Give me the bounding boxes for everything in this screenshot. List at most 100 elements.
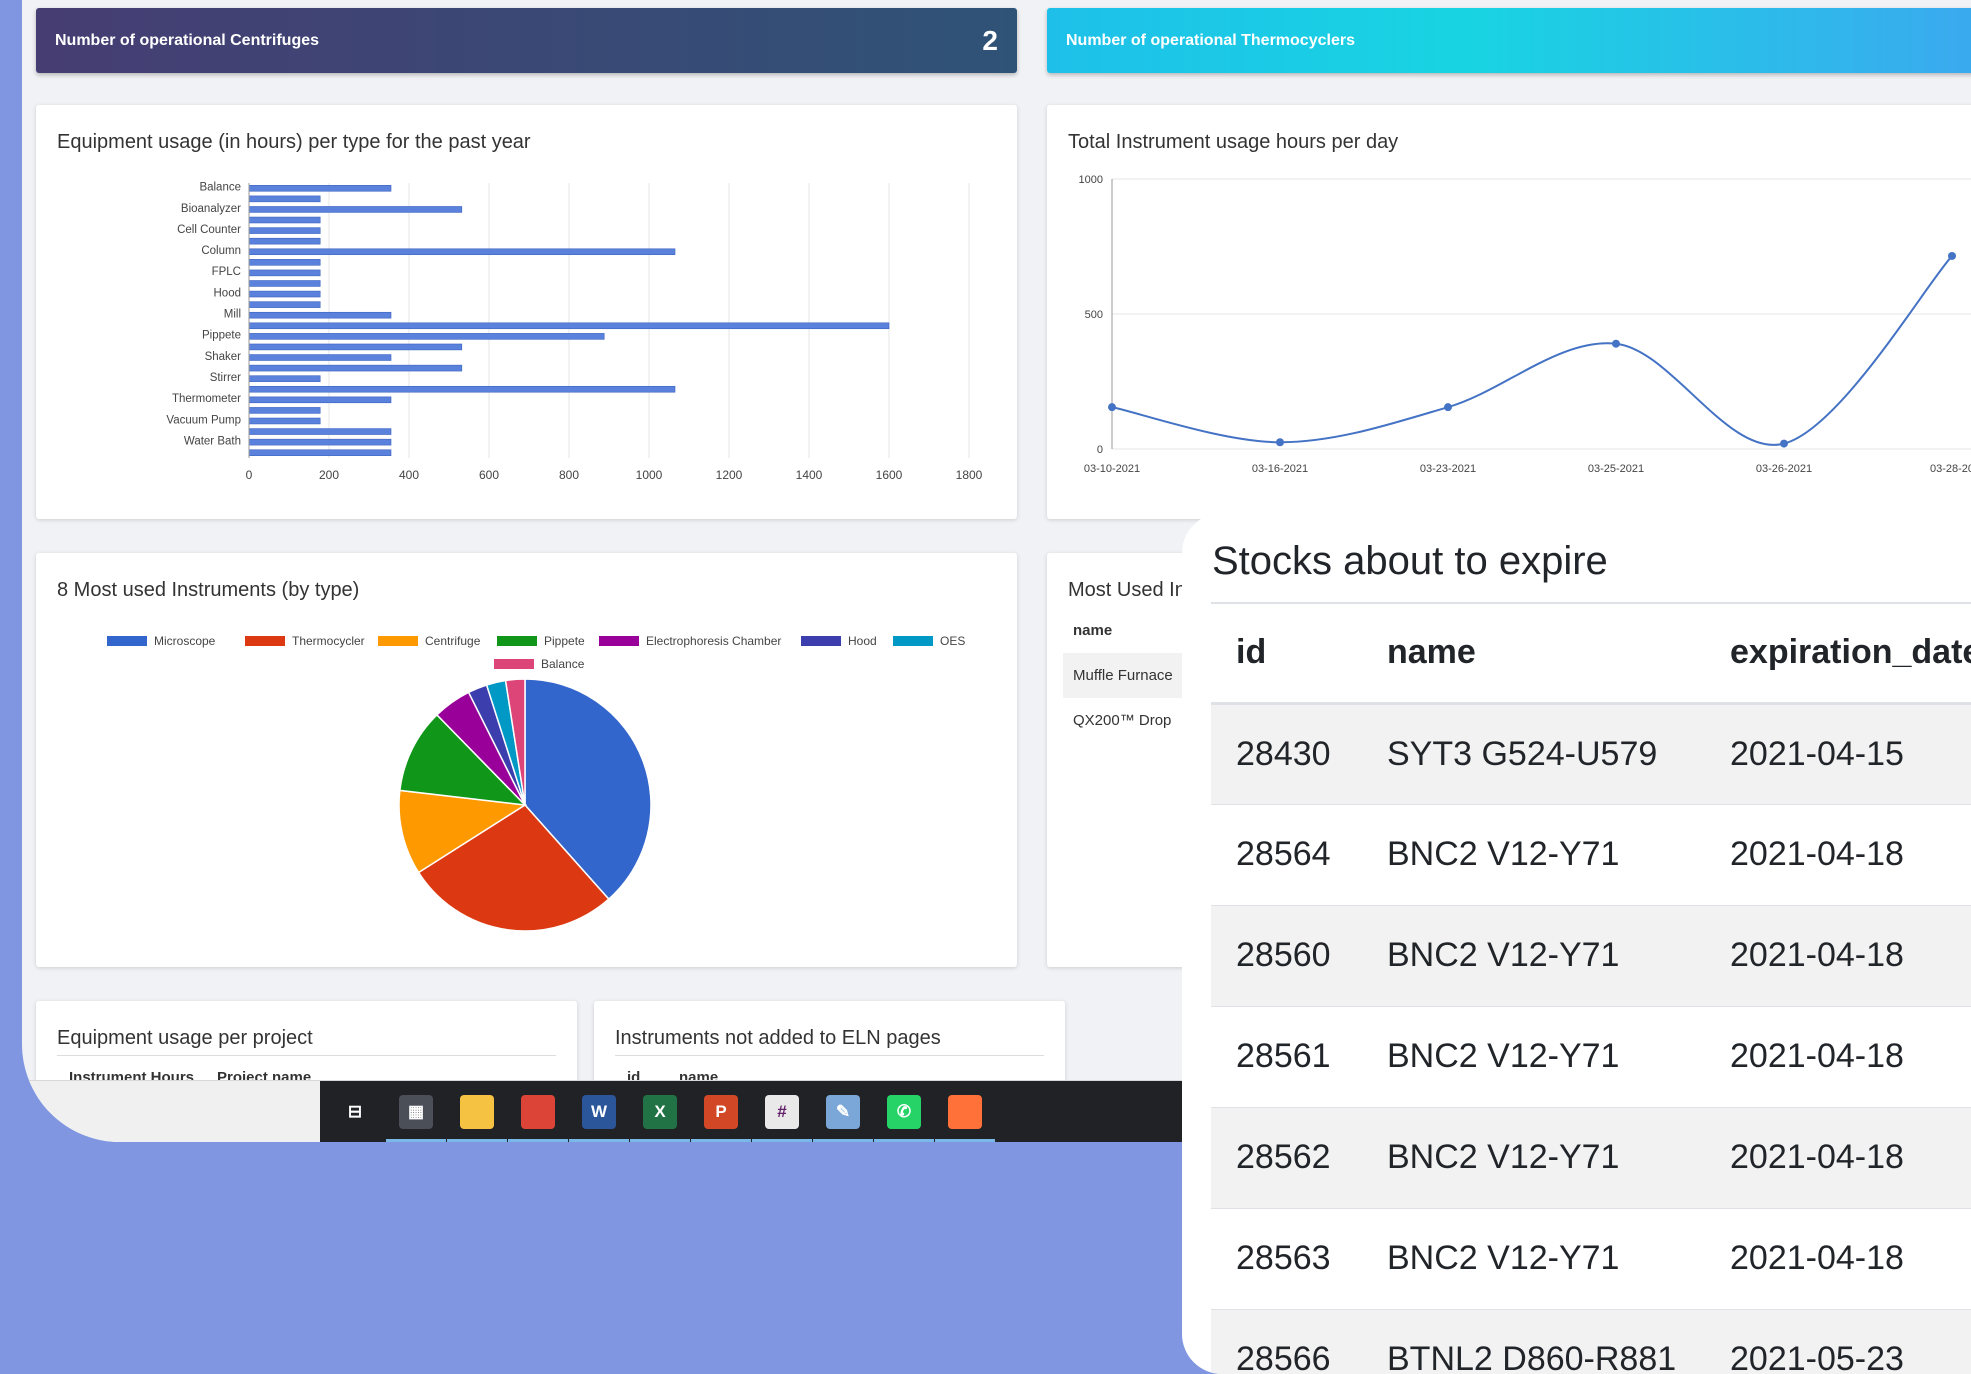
stock-expiration-cell: 2021-04-18 xyxy=(1705,1207,1971,1309)
stock-id-cell: 28430 xyxy=(1211,702,1362,804)
column-header-id: id xyxy=(1211,602,1362,705)
bar xyxy=(248,333,605,340)
bar xyxy=(248,385,676,393)
bar xyxy=(248,396,392,404)
taskbar-active-indicator xyxy=(813,1139,873,1142)
x-tick-label: 200 xyxy=(319,468,339,482)
data-point xyxy=(1108,403,1116,412)
stock-id-cell: 28562 xyxy=(1211,1106,1362,1208)
bar xyxy=(248,311,392,319)
legend-label: Centrifuge xyxy=(425,634,481,648)
stock-name-cell: SYT3 G524-U579 xyxy=(1362,702,1705,804)
data-point xyxy=(1780,439,1788,448)
x-tick-label: 03-16-2021 xyxy=(1252,463,1308,475)
bar xyxy=(248,290,321,298)
stock-expiration-cell: 2021-04-18 xyxy=(1705,803,1971,905)
table-header-row: id name expiration_date xyxy=(1211,602,1971,705)
word-icon[interactable]: W xyxy=(582,1095,616,1129)
usage-per-day-line-chart: 0 500 1000 03-10-2021 03-16-2021 03-23-2021 03… xyxy=(1079,174,1971,475)
stock-expiration-cell: 2021-04-18 xyxy=(1705,904,1971,1006)
stock-expiration-cell: 2021-04-18 xyxy=(1705,1106,1971,1208)
stock-expiration-cell: 2021-04-15 xyxy=(1705,702,1971,804)
legend-label: Thermocycler xyxy=(292,634,365,648)
y-tick-label: Cell Counter xyxy=(177,224,241,236)
data-point xyxy=(1276,438,1284,447)
divider xyxy=(615,1055,1044,1056)
table-row: 28566 BTNL2 D860-R881 2021-05-23 xyxy=(1211,1308,1971,1374)
stocks-expiring-panel: Stocks about to expire id name expiratio… xyxy=(1182,513,1971,1374)
calculator-icon[interactable]: ▦ xyxy=(399,1095,433,1129)
x-tick-label: 03-23-2021 xyxy=(1420,463,1476,475)
legend-swatch xyxy=(599,636,639,646)
table-row: 28562 BNC2 V12-Y71 2021-04-18 xyxy=(1211,1106,1971,1208)
legend-swatch xyxy=(801,636,841,646)
table-row: 28560 BNC2 V12-Y71 2021-04-18 xyxy=(1211,904,1971,1006)
stocks-table: id name expiration_date 28430 SYT3 G524-U… xyxy=(1211,602,1971,1374)
series-line xyxy=(1111,255,1953,446)
paint-icon[interactable]: ✎ xyxy=(826,1095,860,1129)
task-view-icon[interactable]: ⊟ xyxy=(338,1095,372,1129)
y-tick-label: Shaker xyxy=(205,351,242,363)
whatsapp-icon[interactable]: ✆ xyxy=(887,1095,921,1129)
centrifuges-count: 2 xyxy=(982,24,998,56)
slack-icon[interactable]: # xyxy=(765,1095,799,1129)
thermocyclers-label: Number of operational Thermocyclers xyxy=(1066,31,1355,49)
column-header-expiration-date: expiration_date xyxy=(1705,602,1971,705)
bar xyxy=(248,195,321,203)
legend-label: Microscope xyxy=(154,634,216,648)
taskbar-search-input[interactable]: h xyxy=(36,1105,47,1128)
stocks-title: Stocks about to expire xyxy=(1212,539,1608,583)
y-tick-label: Pippete xyxy=(202,330,241,342)
legend-label: Electrophoresis Chamber xyxy=(646,634,781,648)
stock-name-cell: BNC2 V12-Y71 xyxy=(1362,1106,1705,1208)
bar xyxy=(248,248,676,256)
stock-id-cell: 28566 xyxy=(1211,1308,1362,1374)
bar xyxy=(248,364,463,372)
stock-id-cell: 28560 xyxy=(1211,904,1362,1006)
divider xyxy=(57,1055,556,1056)
taskbar-active-indicator xyxy=(874,1139,934,1142)
firefox-icon[interactable] xyxy=(948,1095,982,1129)
data-point xyxy=(1948,251,1956,260)
powerpoint-icon[interactable]: P xyxy=(704,1095,738,1129)
taskbar-active-indicator xyxy=(691,1139,751,1142)
usage-per-day-card: Total Instrument usage hours per day 0 50… xyxy=(1047,105,1971,519)
bar xyxy=(248,185,392,192)
x-tick-label: 800 xyxy=(559,468,579,482)
bar xyxy=(248,259,321,266)
data-point xyxy=(1444,403,1452,412)
stock-id-cell: 28561 xyxy=(1211,1005,1362,1107)
centrifuges-label: Number of operational Centrifuges xyxy=(55,31,320,49)
excel-icon[interactable]: X xyxy=(643,1095,677,1129)
taskbar-active-indicator xyxy=(630,1139,690,1142)
data-point xyxy=(1612,339,1620,348)
x-tick-label: 1600 xyxy=(876,468,903,482)
file-explorer-icon[interactable] xyxy=(460,1095,494,1129)
legend-swatch xyxy=(378,636,418,646)
legend-label: Hood xyxy=(848,634,877,648)
stock-name-cell: BNC2 V12-Y71 xyxy=(1362,904,1705,1006)
bar xyxy=(248,216,321,224)
table-row: 28561 BNC2 V12-Y71 2021-04-18 xyxy=(1211,1005,1971,1107)
x-tick-label: 1400 xyxy=(796,468,823,482)
bar xyxy=(248,237,321,245)
stocks-table-body: 28430 SYT3 G524-U579 2021-04-15 28564 BNC2 V… xyxy=(1211,702,1971,1374)
stock-expiration-cell: 2021-04-18 xyxy=(1705,1005,1971,1107)
legend-label: Balance xyxy=(541,657,585,671)
x-tick-label: 03-10-2021 xyxy=(1084,463,1140,475)
y-tick-label: Vacuum Pump xyxy=(166,414,241,426)
x-tick-label: 600 xyxy=(479,468,499,482)
bar xyxy=(248,354,392,361)
most-used-pie-title: 8 Most used Instruments (by type) xyxy=(57,579,360,601)
x-tick-label: 400 xyxy=(399,468,419,482)
stock-name-cell: BTNL2 D860-R881 xyxy=(1362,1308,1705,1374)
bar xyxy=(248,280,321,287)
taskbar-active-indicator xyxy=(569,1139,629,1142)
chrome-icon[interactable] xyxy=(521,1095,555,1129)
x-tick-label: 03-25-2021 xyxy=(1588,463,1644,475)
table-row: 28430 SYT3 G524-U579 2021-04-15 xyxy=(1211,702,1971,804)
taskbar-active-indicator xyxy=(935,1139,995,1142)
x-tick-label: 0 xyxy=(246,468,253,482)
bar xyxy=(248,428,392,435)
bar xyxy=(248,417,321,425)
